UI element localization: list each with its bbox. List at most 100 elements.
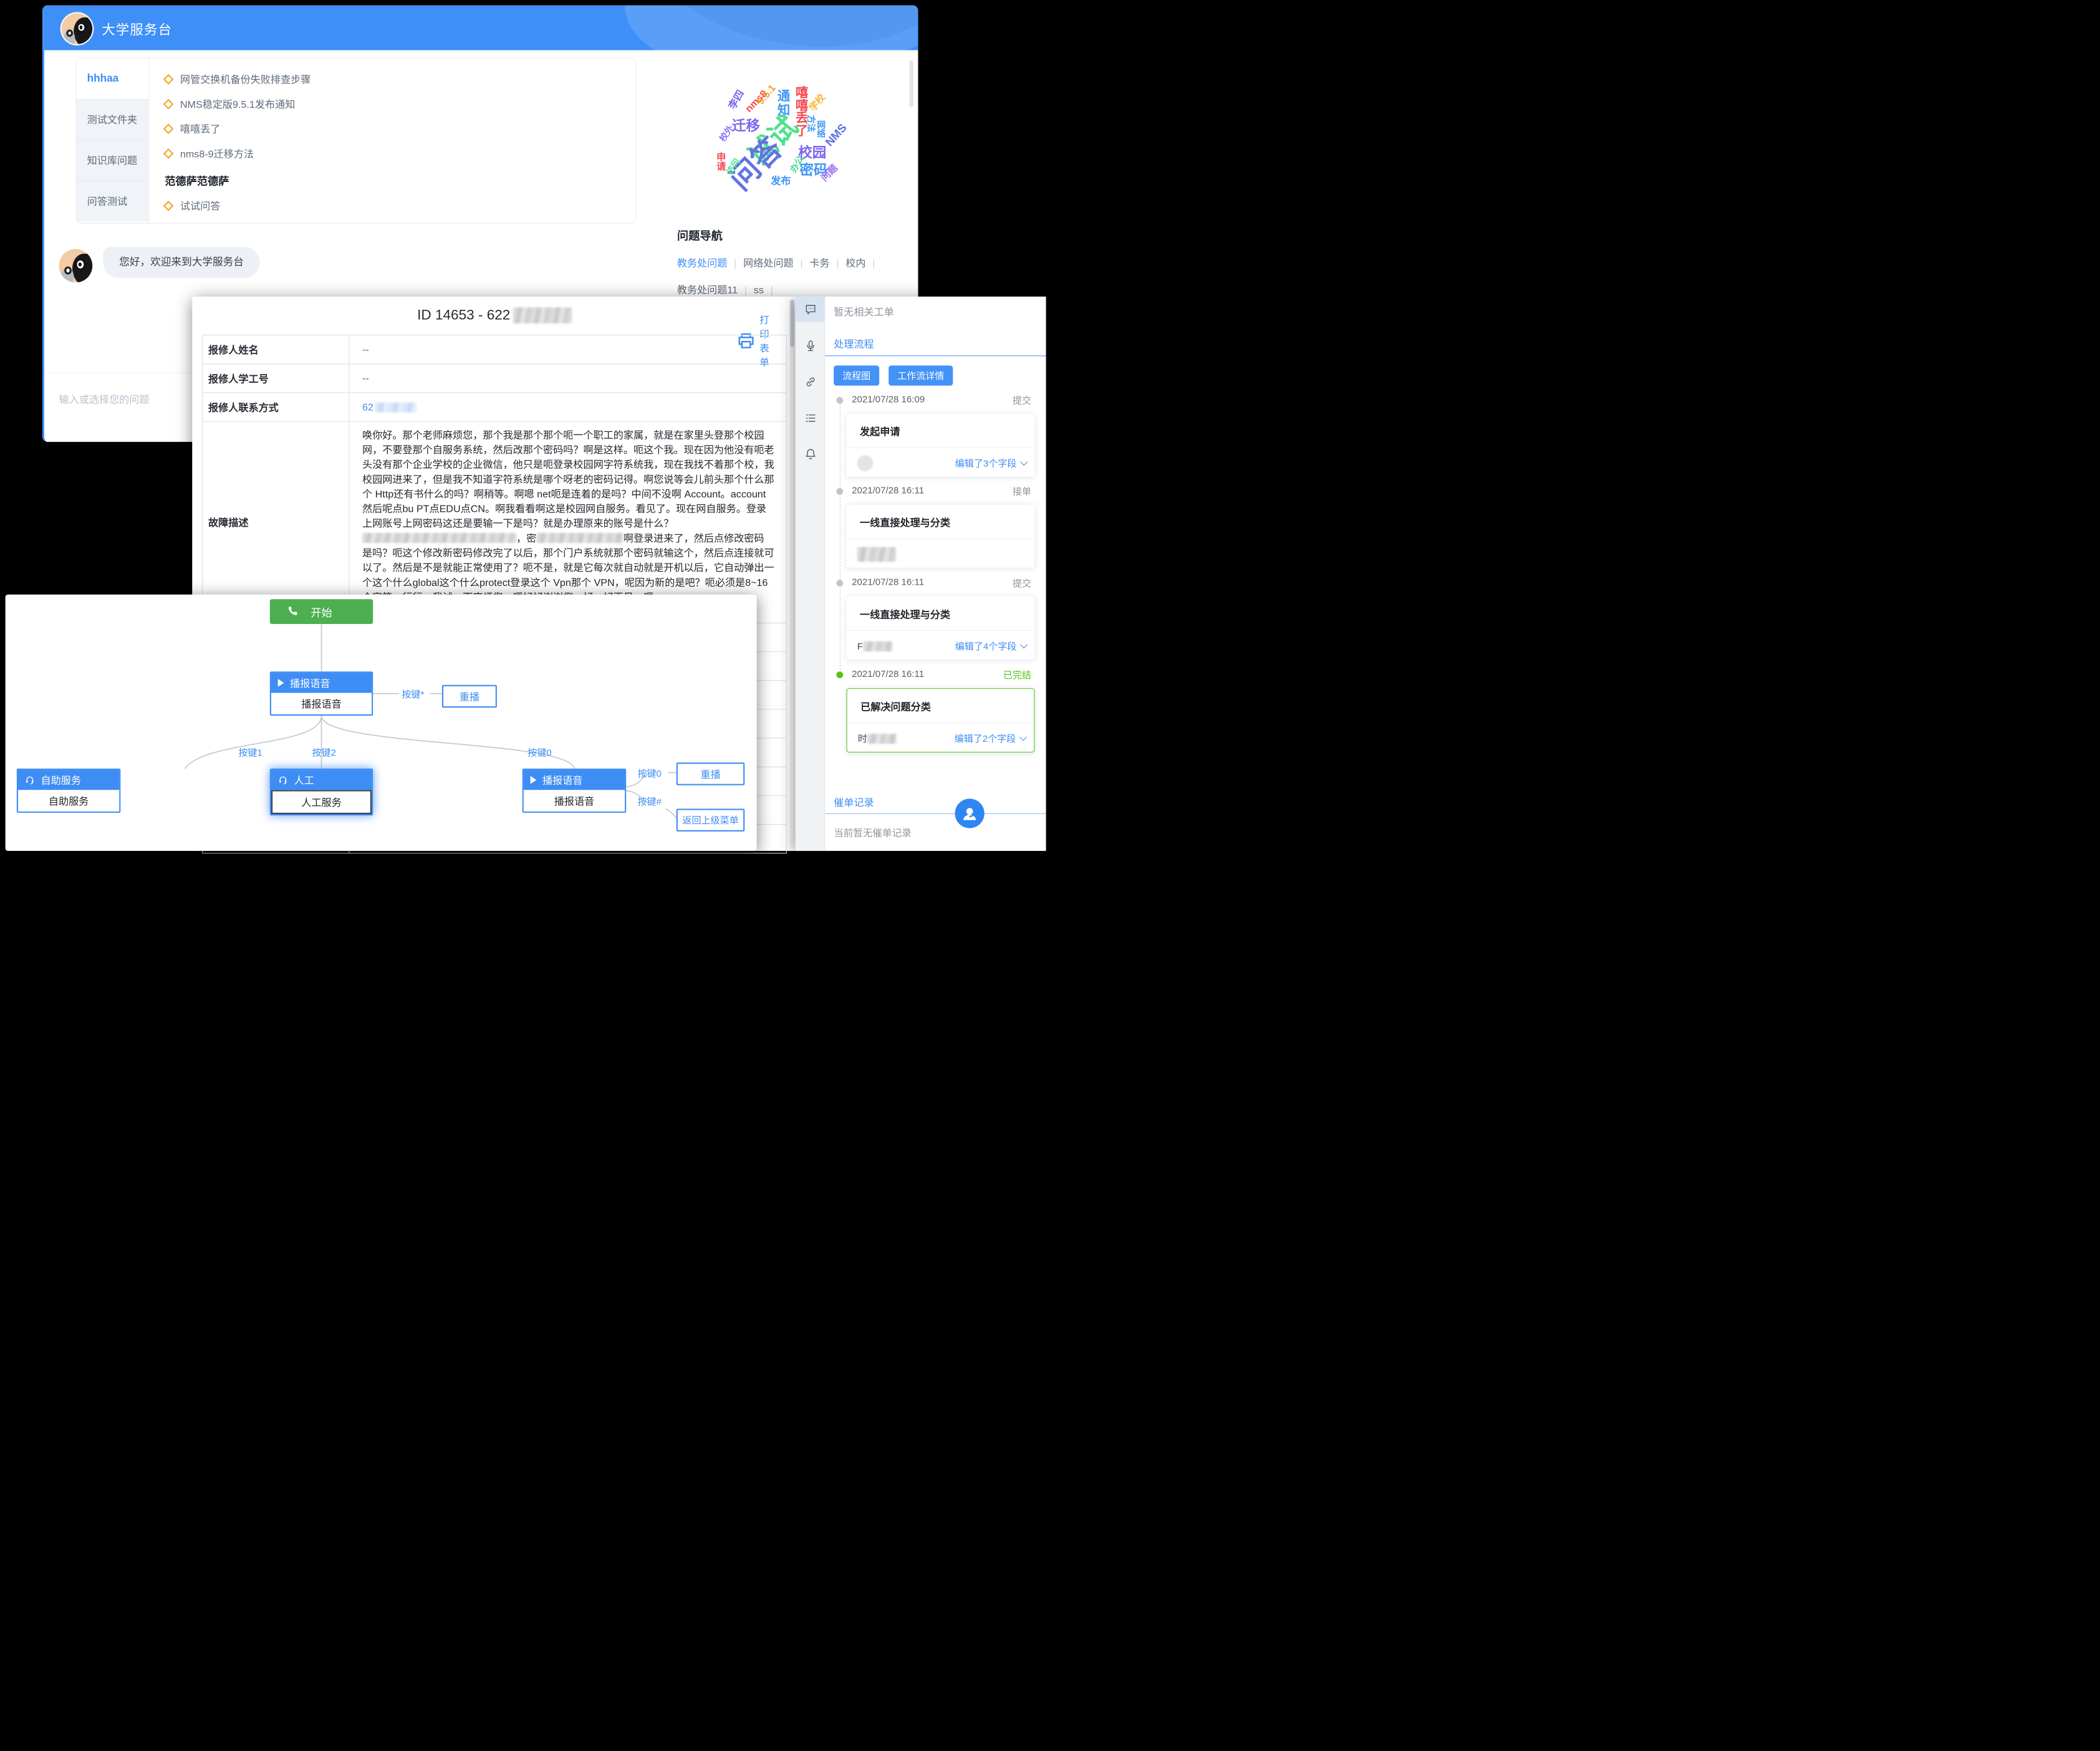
timeline-card-resolved[interactable]: 已解决问题分类 时 编辑了2个字段 bbox=[847, 688, 1035, 752]
link-icon[interactable] bbox=[796, 369, 825, 395]
kb-category-hhhaa[interactable]: hhhaa bbox=[76, 58, 148, 99]
nav-separator: | bbox=[734, 257, 736, 269]
diamond-bullet-icon bbox=[163, 123, 174, 134]
bell-icon[interactable] bbox=[796, 441, 825, 467]
card-divider bbox=[847, 447, 1035, 448]
headset-icon bbox=[278, 775, 288, 785]
message-input[interactable]: 输入或选择您的问题 bbox=[59, 392, 150, 406]
field-value: 62 bbox=[350, 393, 786, 421]
flow-replay-box-2[interactable]: 重播 bbox=[677, 762, 745, 785]
wordcloud-word[interactable]: 发布 bbox=[771, 173, 791, 188]
list-icon[interactable] bbox=[796, 405, 825, 431]
kb-article[interactable]: nms8-9迁移方法 bbox=[165, 142, 635, 166]
nav-link[interactable]: 卡务 bbox=[809, 257, 829, 269]
workflow-detail-button[interactable]: 工作流详情 bbox=[889, 365, 953, 385]
redacted-name bbox=[857, 547, 896, 562]
chevron-down-icon bbox=[1019, 733, 1027, 741]
timeline-time: 2021/07/28 16:11 bbox=[852, 668, 924, 679]
node-header-label: 人工 bbox=[294, 773, 314, 787]
panel-icon-strip bbox=[796, 297, 825, 851]
timeline-card-title: 已解决问题分类 bbox=[847, 689, 1034, 714]
wordcloud-word[interactable]: 网络 bbox=[814, 120, 827, 138]
edited-fields-link[interactable]: 编辑了4个字段 bbox=[955, 640, 1027, 653]
kb-category-qa-test[interactable]: 问答测试 bbox=[76, 181, 148, 222]
nav-link[interactable]: 校内 bbox=[845, 257, 865, 269]
node-header-label: 播报语音 bbox=[542, 773, 582, 787]
chevron-down-icon bbox=[1020, 458, 1028, 466]
node-body-label: 人工服务 bbox=[271, 790, 372, 814]
timeline-card[interactable]: 一线直接处理与分类 F 编辑了4个字段 bbox=[847, 597, 1035, 660]
kb-article-label: nms8-9迁移方法 bbox=[180, 146, 254, 161]
field-value: -- bbox=[350, 364, 786, 392]
edited-fields-link[interactable]: 编辑了2个字段 bbox=[955, 732, 1026, 745]
redacted-text bbox=[362, 533, 516, 543]
play-icon bbox=[278, 679, 284, 687]
kb-article[interactable]: 嘻嘻丢了 bbox=[165, 117, 635, 142]
kb-article[interactable]: 试试问答 bbox=[165, 193, 635, 218]
flow-start-node[interactable]: 开始 bbox=[270, 599, 373, 624]
nav-link[interactable]: 教务处问题11 bbox=[677, 284, 738, 295]
process-flow-title[interactable]: 处理流程 bbox=[834, 337, 874, 351]
branch-label-key0b: 按键0 bbox=[637, 767, 661, 780]
customer-service-icon[interactable] bbox=[955, 799, 985, 828]
kb-category-list: hhhaa 测试文件夹 知识库问题 问答测试 bbox=[76, 58, 149, 223]
wordcloud-word[interactable]: 李四 bbox=[725, 87, 748, 112]
redacted-phone bbox=[513, 307, 572, 324]
branch-label-key-star: 按键* bbox=[402, 688, 424, 701]
field-label: 故障描述 bbox=[203, 422, 349, 623]
field-label: 报修人学工号 bbox=[203, 364, 349, 392]
timeline-card[interactable]: 发起申请 编辑了3个字段 bbox=[847, 414, 1035, 477]
kb-category-kb-question[interactable]: 知识库问题 bbox=[76, 140, 148, 181]
flow-voice-node[interactable]: 播报语音 播报语音 bbox=[270, 671, 373, 716]
nav-link[interactable]: 网络处问题 bbox=[743, 257, 794, 269]
chat-scrollbar[interactable] bbox=[909, 60, 913, 221]
flow-manual-node-selected[interactable]: 人工 人工服务 bbox=[270, 769, 373, 815]
timeline-dot bbox=[836, 488, 843, 495]
edited-fields-link[interactable]: 编辑了3个字段 bbox=[955, 456, 1027, 469]
flow-voice-node-2[interactable]: 播报语音 播报语音 bbox=[523, 769, 626, 813]
timeline-card-title: 一线直接处理与分类 bbox=[847, 505, 1035, 530]
reminder-records-title[interactable]: 催单记录 bbox=[834, 795, 874, 810]
kb-article[interactable]: NMS稳定版9.5.1发布通知 bbox=[165, 92, 635, 117]
desc-text: 唤你好。那个老师麻烦您，那个我是那个那个呃一个职工的家属，就是在家里头登那个校园… bbox=[362, 430, 774, 530]
nav-link[interactable]: 教务处问题 bbox=[677, 257, 728, 269]
timeline-dot bbox=[836, 580, 843, 587]
workflow-panel: 暂无相关工单 处理流程 流程图 工作流详情 2021/07/28 16:09 提… bbox=[796, 297, 1046, 851]
flow-selfservice-node[interactable]: 自助服务 自助服务 bbox=[17, 769, 120, 813]
timeline-card[interactable]: 一线直接处理与分类 bbox=[847, 505, 1035, 568]
nav-separator: | bbox=[744, 284, 747, 295]
branch-label-key0: 按键0 bbox=[527, 746, 551, 759]
kb-article[interactable]: 网管交换机备份失败排查步骤 bbox=[165, 67, 635, 92]
diamond-bullet-icon bbox=[163, 148, 174, 159]
desc-text: 啊登录进来了，然后点修改密码是吗？呃这个修改新密码修改完了以后，那个门户系统就那… bbox=[362, 533, 774, 603]
flow-diagram-button[interactable]: 流程图 bbox=[834, 365, 879, 385]
flow-start-label: 开始 bbox=[311, 603, 332, 620]
contact-link[interactable]: 62 bbox=[362, 401, 373, 413]
timeline-time: 2021/07/28 16:11 bbox=[852, 577, 924, 587]
branch-label-key2: 按键2 bbox=[312, 746, 335, 759]
timeline-status-done: 已完结 bbox=[1003, 668, 1031, 681]
question-nav-title: 问题导航 bbox=[677, 226, 912, 243]
flow-back-menu-box[interactable]: 返回上级菜单 bbox=[677, 808, 745, 832]
kb-category-test-folder[interactable]: 测试文件夹 bbox=[76, 99, 148, 140]
microphone-icon[interactable] bbox=[796, 333, 825, 358]
redacted-name bbox=[863, 641, 892, 651]
flow-replay-box[interactable]: 重播 bbox=[442, 685, 497, 708]
kb-article-label: 试试问答 bbox=[180, 199, 220, 213]
table-row: 故障描述 唤你好。那个老师麻烦您，那个我是那个那个呃一个职工的家属，就是在家里头… bbox=[203, 422, 786, 623]
bot-avatar bbox=[60, 12, 94, 46]
diamond-bullet-icon bbox=[163, 99, 174, 110]
nav-link[interactable]: ss bbox=[754, 284, 764, 295]
chat-tab-icon[interactable] bbox=[796, 297, 825, 322]
nav-separator: | bbox=[800, 257, 802, 269]
ivr-flowchart-window: 开始 播报语音 播报语音 按键* 重播 按键1 按键2 按键0 自助服务 自助服… bbox=[6, 595, 757, 851]
form-scrollbar[interactable] bbox=[789, 299, 795, 848]
header-wave-decoration bbox=[613, 6, 918, 50]
welcome-message: 您好，欢迎来到大学服务台 bbox=[103, 247, 259, 277]
node-header-label: 播报语音 bbox=[290, 676, 330, 690]
node-body-label: 自助服务 bbox=[18, 790, 119, 811]
phone-icon bbox=[287, 606, 299, 617]
timeline-time: 2021/07/28 16:09 bbox=[852, 394, 925, 405]
table-row: 报修人学工号 -- bbox=[203, 364, 786, 393]
ticket-title: ID 14653 - 622 bbox=[192, 307, 797, 324]
